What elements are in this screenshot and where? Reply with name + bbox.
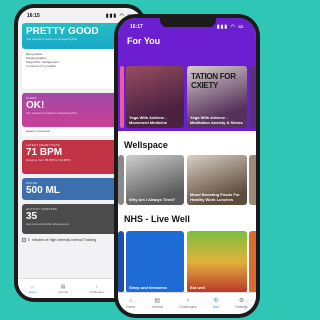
- nhs-title: NHS - Live Well: [124, 214, 190, 224]
- phone-notch: [160, 18, 216, 27]
- tab-label: Home: [126, 305, 136, 309]
- card-banner: TATION FOR CXIETY: [191, 72, 236, 90]
- tab-journal[interactable]: ▤ Journal: [58, 284, 68, 294]
- hub-icon: ✣: [213, 298, 219, 304]
- carousel-tile-partial[interactable]: [120, 66, 124, 128]
- tab-settings[interactable]: ⚙ Settings: [235, 298, 248, 309]
- tab-challenges[interactable]: ♀ Challenges: [89, 284, 104, 294]
- wellspace-carousel: Why Am I Always Tired? Mood Boosting Foo…: [118, 155, 256, 205]
- for-you-card-yoga[interactable]: Yoga With Adriene - Movement Medicine: [126, 66, 184, 128]
- card-title: Yoga With Adriene - Movement Medicine: [129, 115, 168, 125]
- card-title: Eat well: [190, 285, 205, 290]
- gear-icon: ⚙: [238, 298, 245, 304]
- tab-home[interactable]: ⌂ Home: [126, 298, 135, 309]
- checkbox-icon[interactable]: [22, 238, 26, 242]
- tab-challenges[interactable]: ♀ Challenges: [179, 298, 197, 309]
- hiit-count: 0: [28, 238, 30, 242]
- carousel-tile-partial[interactable]: [249, 155, 256, 205]
- front-phone: 16:17 ▮▮▮ ◠ ▭ For You Yoga With Adriene …: [114, 14, 260, 318]
- card-title: Mood Boosting Foods For Healthy Work Lun…: [190, 192, 240, 202]
- tab-journal[interactable]: ▤ Journal: [152, 298, 163, 309]
- nhs-carousel: Sleep and tiredness Eat well: [118, 231, 256, 293]
- front-tab-bar: ⌂ Home ▤ Journal ♀ Challenges ✣ Hub ⚙ Se…: [118, 292, 256, 314]
- wellspace-card-foods[interactable]: Mood Boosting Foods For Healthy Work Lun…: [187, 155, 247, 205]
- carousel-tile-partial[interactable]: [249, 66, 256, 128]
- tab-label: Journal: [58, 289, 68, 294]
- nhs-card-sleep[interactable]: Sleep and tiredness: [126, 231, 184, 293]
- tab-label: Home: [28, 289, 37, 294]
- carousel-tile-partial[interactable]: [118, 231, 124, 293]
- for-you-card-meditation[interactable]: TATION FOR CXIETY Yoga With Adriene - Me…: [187, 66, 247, 128]
- journal-icon: ▤: [154, 298, 161, 304]
- tab-label: Challenges: [89, 289, 105, 294]
- tab-label: Challenges: [179, 305, 197, 309]
- carousel-tile-partial[interactable]: [249, 231, 256, 293]
- tab-home[interactable]: ⌂ Home: [29, 284, 37, 294]
- signal-icon: ▮▮▮ ◠ ▭: [216, 23, 244, 30]
- wellspace-title: Wellspace: [124, 140, 168, 150]
- for-you-header: 16:17 ▮▮▮ ◠ ▭ For You Yoga With Adriene …: [118, 18, 256, 131]
- card-title: Sleep and tiredness: [129, 285, 167, 290]
- tab-label: Hub: [212, 305, 220, 309]
- hiit-text: minutes of High Intensity Interval Train…: [31, 238, 97, 242]
- nhs-card-eat-well[interactable]: Eat well: [187, 231, 247, 293]
- status-time: 16:15: [27, 12, 40, 19]
- card-title: Why Am I Always Tired?: [129, 197, 176, 202]
- trophy-icon: ♀: [185, 298, 191, 304]
- wellspace-card-tired[interactable]: Why Am I Always Tired?: [126, 155, 184, 205]
- for-you-title: For You: [127, 36, 161, 46]
- tab-label: Settings: [235, 305, 248, 309]
- home-icon: ⌂: [128, 298, 133, 304]
- tab-hub[interactable]: ✣ Hub: [213, 298, 219, 309]
- front-phone-screen: 16:17 ▮▮▮ ◠ ▭ For You Yoga With Adriene …: [118, 18, 256, 314]
- tab-label: Journal: [151, 305, 163, 309]
- card-title: Yoga With Adriene - Meditation Anxiety &…: [190, 115, 243, 125]
- carousel-tile-partial[interactable]: [118, 155, 124, 205]
